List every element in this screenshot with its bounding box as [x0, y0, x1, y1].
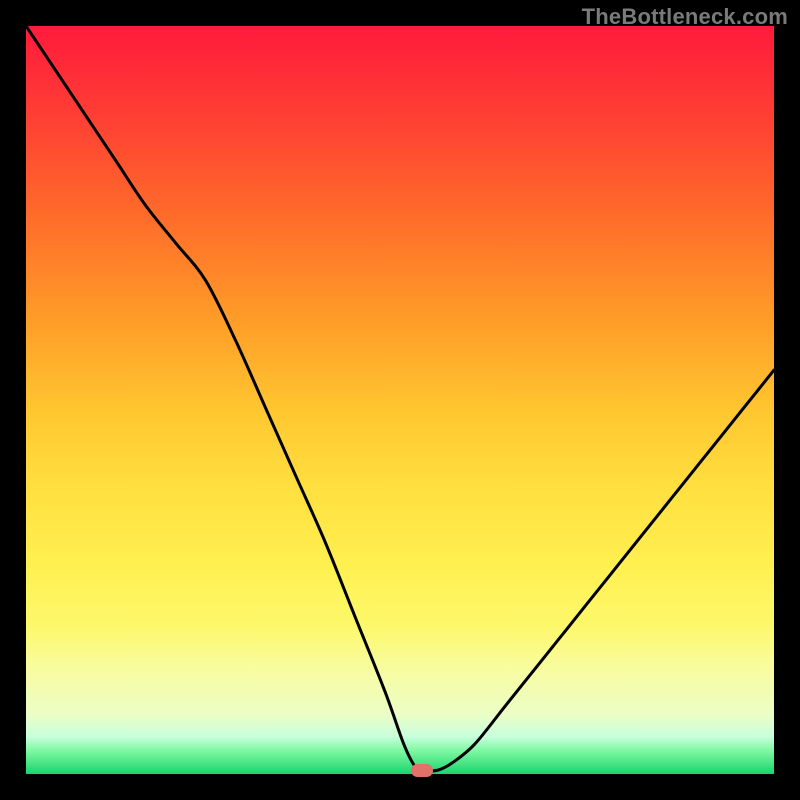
bottleneck-curve [26, 26, 774, 771]
chart-frame: TheBottleneck.com [0, 0, 800, 800]
watermark-text: TheBottleneck.com [582, 4, 788, 30]
chart-svg [26, 26, 774, 774]
sweet-spot-marker [411, 764, 433, 777]
